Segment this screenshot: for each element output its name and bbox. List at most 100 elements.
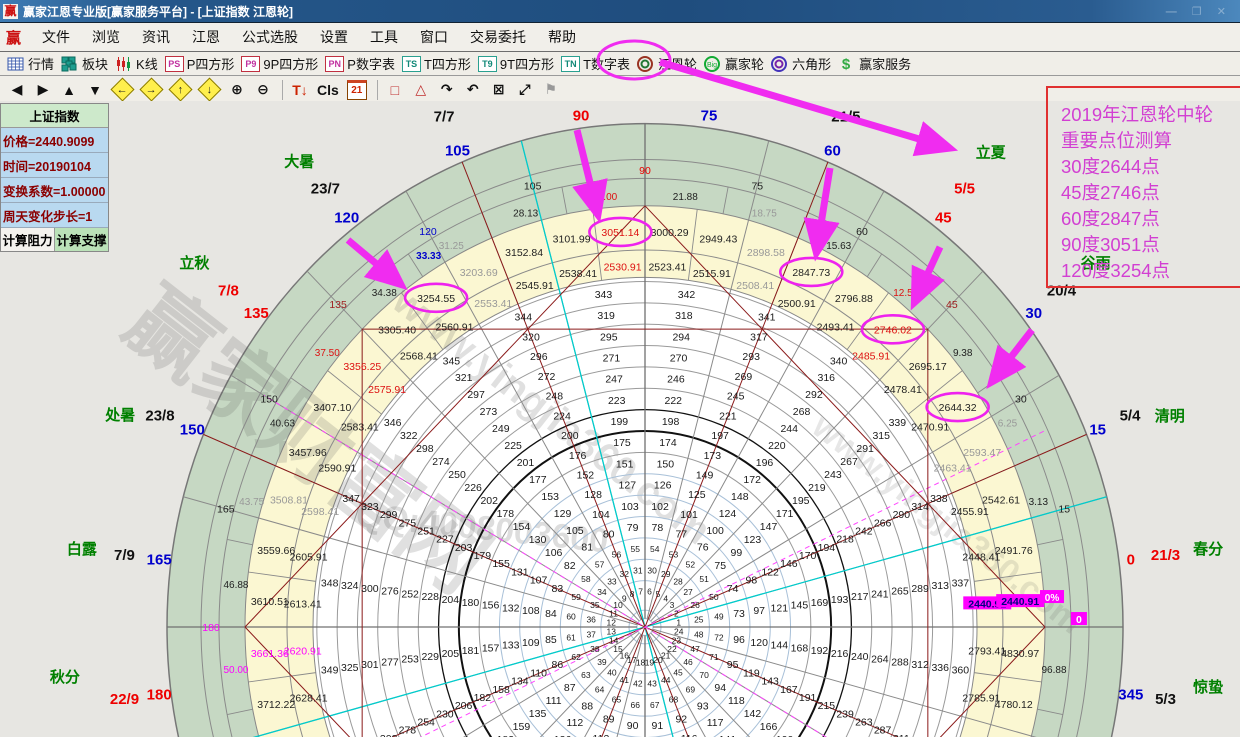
nav-button-zoom-in[interactable]: ⊕ xyxy=(228,81,246,98)
toolbar-button-hexagon[interactable]: 六角形 xyxy=(771,54,831,73)
svg-text:120: 120 xyxy=(750,637,768,649)
svg-text:4780.12: 4780.12 xyxy=(995,699,1033,711)
svg-text:2620.91: 2620.91 xyxy=(284,646,322,658)
kline-icon xyxy=(115,56,133,72)
svg-text:60: 60 xyxy=(856,226,868,238)
svg-text:165: 165 xyxy=(217,504,235,516)
menu-item-文件[interactable]: 文件 xyxy=(31,27,81,47)
nav-button-diamond-up[interactable]: ↑ xyxy=(170,81,191,98)
toolbar-button-p-square[interactable]: PSP四方形 xyxy=(165,54,235,73)
svg-text:319: 319 xyxy=(597,310,615,322)
svg-text:46.88: 46.88 xyxy=(223,580,248,591)
nav-button-box-x-tool[interactable]: ⊠ xyxy=(490,81,508,98)
svg-text:3559.66: 3559.66 xyxy=(257,545,295,557)
svg-text:2796.88: 2796.88 xyxy=(835,293,873,305)
nav-button-expand-tool[interactable]: ⤢ xyxy=(516,81,534,98)
toolbar-button-quotes[interactable]: 行情 xyxy=(7,54,54,73)
nav-button-cls[interactable]: Cls xyxy=(317,82,339,98)
nav-button-calendar[interactable]: 21 xyxy=(347,80,367,100)
menu-item-浏览[interactable]: 浏览 xyxy=(81,27,131,47)
toolbar-button-9p-square[interactable]: P99P四方形 xyxy=(241,54,318,73)
svg-text:301: 301 xyxy=(361,659,379,671)
menu-item-工具[interactable]: 工具 xyxy=(359,27,409,47)
svg-text:30: 30 xyxy=(1015,393,1027,405)
nav-button-triangle-tool[interactable]: △ xyxy=(412,81,430,98)
nav-button-rect-tool[interactable]: □ xyxy=(386,82,404,98)
nav-button-skew-up[interactable]: ▲ xyxy=(60,82,78,98)
nav-button-diamond-left[interactable]: ← xyxy=(112,81,133,98)
button-计算支撑[interactable]: 计算支撑 xyxy=(55,228,108,251)
nav-button-page-right[interactable]: ▶ xyxy=(34,81,52,98)
svg-text:29: 29 xyxy=(661,569,671,579)
toolbar-button-kline[interactable]: K线 xyxy=(115,54,158,73)
svg-text:45: 45 xyxy=(946,299,958,311)
svg-text:142: 142 xyxy=(744,708,762,720)
nav-button-rotate-ccw[interactable]: ↶ xyxy=(464,81,482,98)
svg-text:99: 99 xyxy=(731,547,743,559)
svg-text:43: 43 xyxy=(647,679,657,689)
svg-text:2575.91: 2575.91 xyxy=(368,384,406,396)
toolbar-button-p-table[interactable]: PNP数字表 xyxy=(325,54,395,73)
nav-button-flag-tool[interactable]: ⚑ xyxy=(542,81,560,98)
svg-text:245: 245 xyxy=(727,391,745,403)
toolbar-button-9t-square[interactable]: T99T四方形 xyxy=(478,54,554,73)
nav-button-t-updown[interactable]: T↓ xyxy=(291,82,309,98)
toolbar-button-t-square[interactable]: TST四方形 xyxy=(402,54,471,73)
svg-text:149: 149 xyxy=(696,469,714,481)
svg-text:106: 106 xyxy=(545,547,563,559)
nav-button-skew-down[interactable]: ▼ xyxy=(86,82,104,98)
toolbar-button-sectors[interactable]: 板块 xyxy=(61,54,108,73)
toolbar-button-winner-service[interactable]: $赢家服务 xyxy=(838,54,911,73)
menu-item-公式选股[interactable]: 公式选股 xyxy=(231,27,309,47)
svg-text:228: 228 xyxy=(421,591,439,603)
svg-text:87: 87 xyxy=(564,682,576,694)
svg-text:105: 105 xyxy=(566,525,584,537)
button-计算阻力[interactable]: 计算阻力 xyxy=(1,228,55,251)
menu-item-资讯[interactable]: 资讯 xyxy=(131,27,181,47)
svg-text:7: 7 xyxy=(638,587,643,597)
menu-item-江恩[interactable]: 江恩 xyxy=(181,27,231,47)
svg-text:0: 0 xyxy=(1076,614,1082,626)
svg-text:311: 311 xyxy=(893,733,910,737)
gann-wheel-icon xyxy=(637,56,655,72)
svg-text:169: 169 xyxy=(811,597,829,609)
svg-text:36: 36 xyxy=(586,615,596,625)
nav-button-zoom-out[interactable]: ⊖ xyxy=(254,81,272,98)
outer-degree-75: 75 xyxy=(701,107,718,124)
date-label-5/4: 5/4 xyxy=(1120,407,1142,424)
svg-text:166: 166 xyxy=(760,721,778,733)
svg-text:27: 27 xyxy=(683,587,693,597)
hexagon-icon xyxy=(771,56,789,72)
menu-item-窗口[interactable]: 窗口 xyxy=(409,27,459,47)
svg-text:263: 263 xyxy=(855,716,873,728)
svg-text:2440.91: 2440.91 xyxy=(1001,596,1039,608)
svg-text:252: 252 xyxy=(401,588,419,600)
svg-text:275: 275 xyxy=(399,517,417,529)
svg-text:101: 101 xyxy=(680,509,698,521)
svg-text:21.88: 21.88 xyxy=(673,192,698,203)
svg-text:40: 40 xyxy=(607,667,617,677)
toolbar-button-gann-wheel[interactable]: 江恩轮 xyxy=(637,54,697,73)
menu-item-交易委托[interactable]: 交易委托 xyxy=(459,27,537,47)
nav-button-diamond-down[interactable]: ↓ xyxy=(199,81,220,98)
nav-button-diamond-right[interactable]: → xyxy=(141,81,162,98)
svg-text:179: 179 xyxy=(474,550,492,562)
9p-square-icon: P9 xyxy=(241,56,260,72)
toolbar-button-t-table[interactable]: TNT数字表 xyxy=(561,54,630,73)
nav-button-page-left[interactable]: ◀ xyxy=(8,81,26,98)
menu-logo-icon: 赢 xyxy=(6,27,21,48)
menu-item-帮助[interactable]: 帮助 xyxy=(537,27,587,47)
toolbar-button-winner-wheel[interactable]: Big赢家轮 xyxy=(704,54,764,73)
svg-text:2523.41: 2523.41 xyxy=(648,262,686,274)
svg-text:118: 118 xyxy=(728,695,745,707)
menu-item-设置[interactable]: 设置 xyxy=(309,27,359,47)
nav-button-rotate-cw[interactable]: ↷ xyxy=(438,81,456,98)
window-controls[interactable]: — ❐ ✕ xyxy=(1166,5,1232,18)
svg-text:218: 218 xyxy=(836,534,854,546)
svg-text:287: 287 xyxy=(874,725,892,737)
svg-text:225: 225 xyxy=(504,440,522,452)
svg-text:229: 229 xyxy=(421,651,439,663)
quotes-icon xyxy=(7,56,25,72)
outer-degree-60: 60 xyxy=(824,142,841,159)
annotation-line: 30度2644点 xyxy=(1061,154,1240,180)
